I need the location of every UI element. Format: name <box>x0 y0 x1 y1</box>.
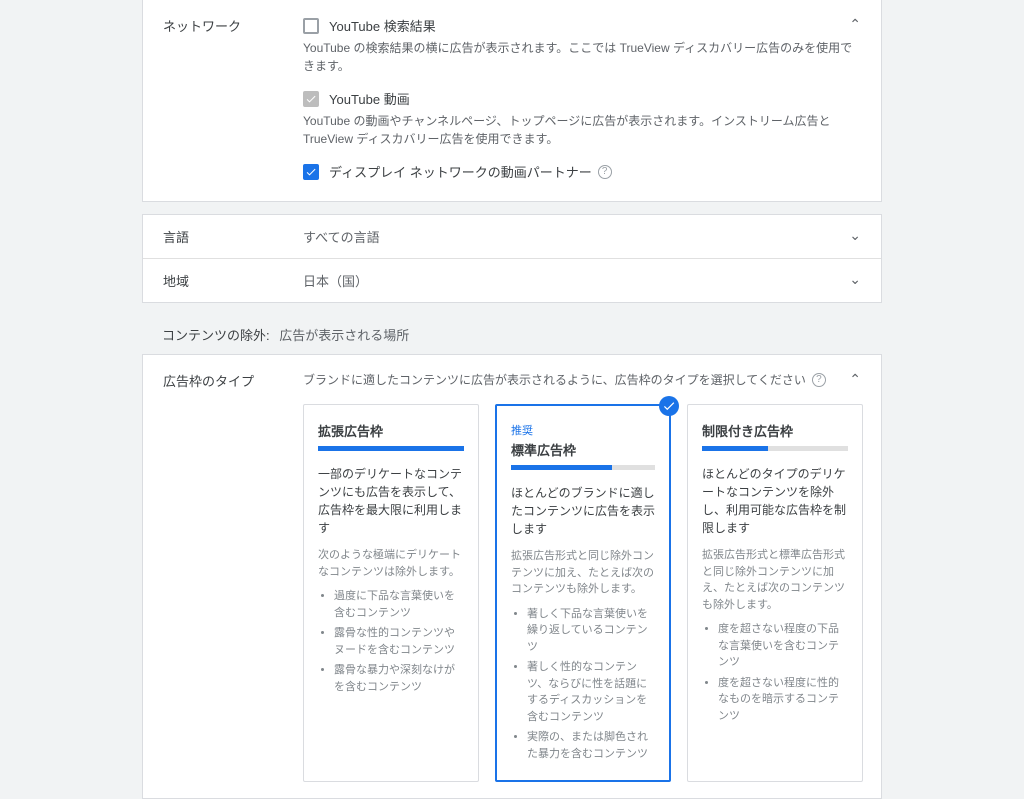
option-display-partner[interactable]: ディスプレイ ネットワークの動画パートナー ? <box>303 162 861 181</box>
card-standard[interactable]: 推奨 標準広告枠 ほとんどのブランドに適したコンテンツに広告を表示します 拡張広… <box>495 404 671 782</box>
card-sub: ほとんどのブランドに適したコンテンツに広告を表示します <box>511 484 655 538</box>
help-icon[interactable]: ? <box>598 165 612 179</box>
language-label: 言語 <box>163 227 303 246</box>
chevron-up-icon[interactable]: ⌃ <box>849 16 861 33</box>
card-sub: ほとんどのタイプのデリケートなコンテンツを除外し、利用可能な広告枠を制限します <box>702 465 848 537</box>
header-title: コンテンツの除外: <box>162 328 270 343</box>
inventory-panel: 広告枠のタイプ ブランドに適したコンテンツに広告が表示されるように、広告枠のタイ… <box>142 354 882 799</box>
region-value: 日本（国） <box>303 271 368 290</box>
lang-region-panel: 言語 すべての言語 ⌄ 地域 日本（国） ⌄ <box>142 214 882 303</box>
card-bullets: 過度に下品な言葉使いを含むコンテンツ 露骨な性的コンテンツやヌードを含むコンテン… <box>318 588 464 695</box>
network-label: ネットワーク <box>163 16 303 185</box>
inventory-label: 広告枠のタイプ <box>163 371 303 782</box>
card-title: 拡張広告枠 <box>318 421 464 440</box>
card-expanded[interactable]: 拡張広告枠 一部のデリケートなコンテンツにも広告を表示して、広告枠を最大限に利用… <box>303 404 479 782</box>
help-icon[interactable]: ? <box>812 373 826 387</box>
chevron-up-icon[interactable]: ⌃ <box>849 371 861 388</box>
checkbox-icon[interactable] <box>303 18 319 34</box>
inventory-instruction: ブランドに適したコンテンツに広告が表示されるように、広告枠のタイプを選択してくだ… <box>303 371 863 388</box>
inventory-row: 広告枠のタイプ ブランドに適したコンテンツに広告が表示されるように、広告枠のタイ… <box>143 355 881 798</box>
bullet: 実際の、または脚色された暴力を含むコンテンツ <box>527 729 655 762</box>
bullet: 著しく下品な言葉使いを繰り返しているコンテンツ <box>527 606 655 656</box>
card-bullets: 著しく下品な言葉使いを繰り返しているコンテンツ 著しく性的なコンテンツ、ならびに… <box>511 606 655 763</box>
fill-bar <box>702 446 848 451</box>
checkbox-icon[interactable] <box>303 164 319 180</box>
option-label: YouTube 動画 <box>329 89 410 108</box>
region-label: 地域 <box>163 271 303 290</box>
option-desc: YouTube の動画やチャンネルページ、トップページに広告が表示されます。イン… <box>303 112 861 148</box>
option-label: ディスプレイ ネットワークの動画パートナー <box>329 162 592 181</box>
card-title: 標準広告枠 <box>511 440 655 459</box>
option-label: YouTube 検索結果 <box>329 16 436 35</box>
bullet: 度を超さない程度の下品な言葉使いを含むコンテンツ <box>718 621 848 671</box>
fill-bar <box>511 465 655 470</box>
checkbox-icon <box>303 91 319 107</box>
option-youtube-search[interactable]: YouTube 検索結果 <box>303 16 861 35</box>
card-recommended: 推奨 <box>511 422 655 438</box>
network-row: ネットワーク YouTube 検索結果 YouTube の検索結果の横に広告が表… <box>143 0 881 201</box>
network-body: YouTube 検索結果 YouTube の検索結果の横に広告が表示されます。こ… <box>303 16 861 185</box>
selected-badge-icon <box>659 396 679 416</box>
card-title: 制限付き広告枠 <box>702 421 848 440</box>
option-youtube-video[interactable]: YouTube 動画 <box>303 89 861 108</box>
card-note: 次のような極端にデリケートなコンテンツは除外します。 <box>318 547 464 580</box>
network-panel: ネットワーク YouTube 検索結果 YouTube の検索結果の横に広告が表… <box>142 0 882 202</box>
chevron-down-icon[interactable]: ⌄ <box>849 227 861 244</box>
bullet: 露骨な暴力や深刻なけがを含むコンテンツ <box>334 662 464 695</box>
content-exclusion-header: コンテンツの除外: 広告が表示される場所 <box>142 315 882 354</box>
card-note: 拡張広告形式と同じ除外コンテンツに加え、たとえば次のコンテンツも除外します。 <box>511 548 655 598</box>
card-limited[interactable]: 制限付き広告枠 ほとんどのタイプのデリケートなコンテンツを除外し、利用可能な広告… <box>687 404 863 782</box>
language-value: すべての言語 <box>303 227 380 246</box>
region-row[interactable]: 地域 日本（国） ⌄ <box>143 259 881 302</box>
card-note: 拡張広告形式と標準広告形式と同じ除外コンテンツに加え、たとえば次のコンテンツも除… <box>702 547 848 613</box>
chevron-down-icon[interactable]: ⌄ <box>849 271 861 288</box>
language-row[interactable]: 言語 すべての言語 ⌄ <box>143 215 881 259</box>
inventory-body: ブランドに適したコンテンツに広告が表示されるように、広告枠のタイプを選択してくだ… <box>303 371 863 782</box>
fill-bar <box>318 446 464 451</box>
card-sub: 一部のデリケートなコンテンツにも広告を表示して、広告枠を最大限に利用します <box>318 465 464 537</box>
bullet: 過度に下品な言葉使いを含むコンテンツ <box>334 588 464 621</box>
bullet: 度を超さない程度に性的なものを暗示するコンテンツ <box>718 675 848 725</box>
bullet: 著しく性的なコンテンツ、ならびに性を話題にするディスカッションを含むコンテンツ <box>527 659 655 725</box>
header-subtitle: 広告が表示される場所 <box>279 328 409 343</box>
option-desc: YouTube の検索結果の横に広告が表示されます。ここでは TrueView … <box>303 39 861 75</box>
inventory-cards: 拡張広告枠 一部のデリケートなコンテンツにも広告を表示して、広告枠を最大限に利用… <box>303 404 863 782</box>
card-bullets: 度を超さない程度の下品な言葉使いを含むコンテンツ 度を超さない程度に性的なものを… <box>702 621 848 724</box>
bullet: 露骨な性的コンテンツやヌードを含むコンテンツ <box>334 625 464 658</box>
